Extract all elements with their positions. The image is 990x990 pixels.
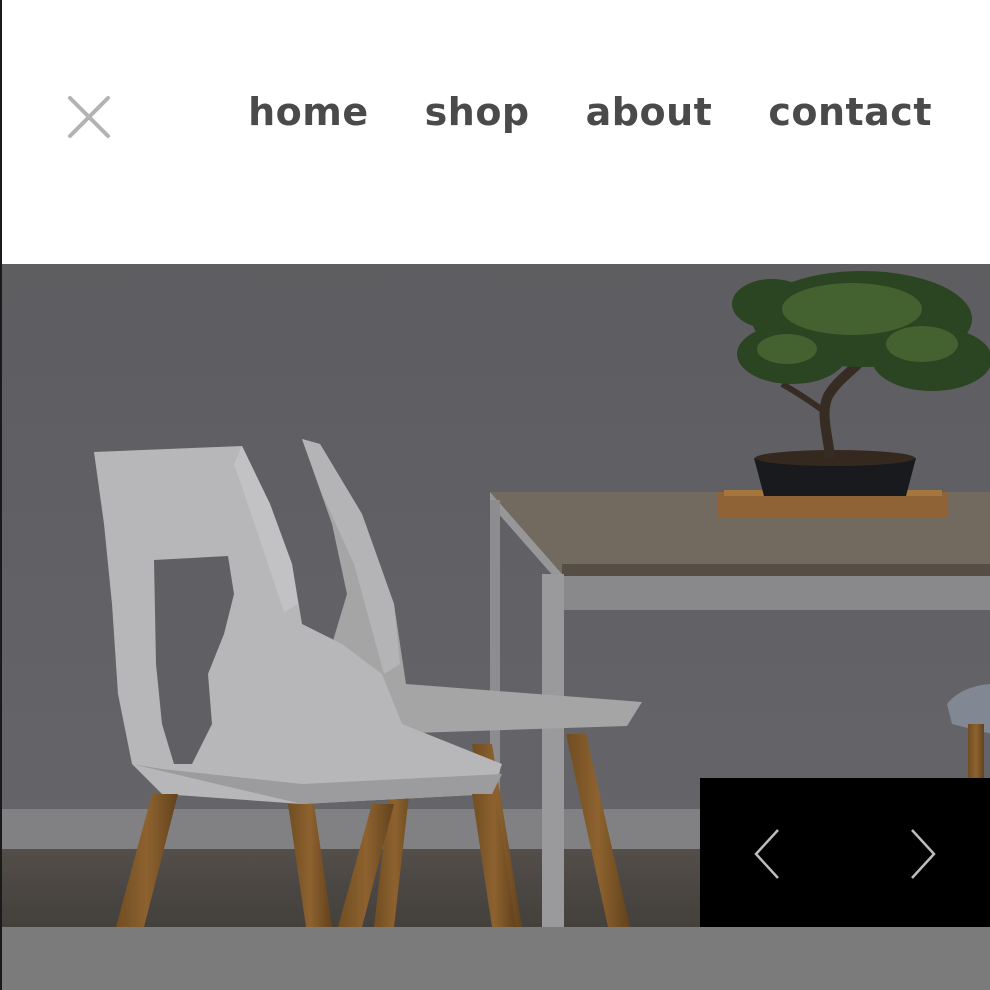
nav-link-shop[interactable]: shop [425, 86, 530, 138]
bottom-strip [2, 927, 990, 990]
hero-slider [2, 264, 990, 927]
nav-link-about[interactable]: about [586, 86, 713, 138]
slider-controls [700, 778, 990, 927]
chevron-left-icon [754, 829, 779, 879]
menu-header: home shop about contact [2, 0, 990, 264]
close-menu-button[interactable] [64, 94, 114, 144]
nav-link-home[interactable]: home [248, 86, 369, 138]
slider-next-button[interactable] [902, 826, 942, 882]
slider-prev-button[interactable] [748, 826, 788, 882]
page: home shop about contact [0, 0, 990, 990]
close-icon [68, 96, 110, 138]
main-nav: home shop about contact [192, 86, 932, 138]
nav-link-contact[interactable]: contact [768, 86, 932, 138]
chevron-right-icon [911, 829, 936, 879]
